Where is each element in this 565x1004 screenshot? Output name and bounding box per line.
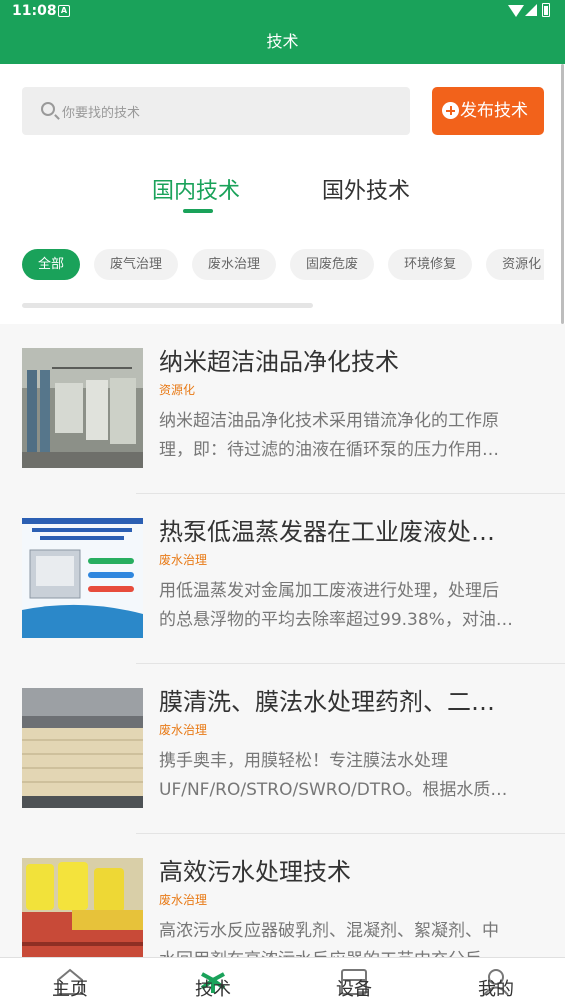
tech-title: 热泵低温蒸发器在工业废液处… xyxy=(159,518,495,546)
page-title: 技术 xyxy=(266,32,299,51)
chip-environment-repair[interactable]: 环境修复 xyxy=(388,249,473,280)
tech-description-line: 理，即：待过滤的油液在循环泵的压力作用… xyxy=(159,440,499,460)
chip-waste-water[interactable]: 废水治理 xyxy=(192,249,277,280)
tech-description: 用低温蒸发对金属加工废液进行处理，处理后 的总悬浮物的平均去除率超过99.38%… xyxy=(159,577,545,635)
status-time: 11:08 xyxy=(12,3,57,19)
category-chips: 全部 废气治理 废水治理 固废危废 环境修复 资源化 xyxy=(22,249,544,281)
tab-foreign[interactable]: 国外技术 xyxy=(322,173,410,205)
search-icon xyxy=(41,102,55,116)
nav-profile-label: 我的 xyxy=(478,979,514,1000)
notification-icon: A xyxy=(58,5,70,17)
battery-icon xyxy=(542,3,550,17)
search-input[interactable]: 你要找的技术 xyxy=(22,87,410,135)
tech-category-tag: 资源化 xyxy=(159,383,196,397)
search-placeholder: 你要找的技术 xyxy=(62,106,141,121)
plus-circle-icon xyxy=(442,102,459,119)
tech-thumbnail xyxy=(22,858,143,957)
tech-description-line: 的总悬浮物的平均去除率超过99.38%，对油… xyxy=(159,610,513,630)
tech-description-line: 用低温蒸发对金属加工废液进行处理，处理后 xyxy=(159,581,499,601)
tech-description-line: UF/NF/RO/STRO/SWRO/DTRO。根据水质… xyxy=(159,780,508,800)
nav-device-label: 设备 xyxy=(336,979,372,1000)
tech-category-tag: 废水治理 xyxy=(159,893,208,907)
signal-icon xyxy=(525,4,537,16)
tech-category-tag: 废水治理 xyxy=(159,553,208,567)
chip-solid-waste[interactable]: 固废危废 xyxy=(290,249,375,280)
tech-description-line: 纳米超洁油品净化技术采用错流净化的工作原 xyxy=(159,411,499,431)
publish-tech-label: 发布技术 xyxy=(460,101,528,121)
tab-indicator xyxy=(183,209,213,213)
bottom-navigation: 主页 技术 设备 我的 xyxy=(0,957,565,1004)
tech-description: 高浓污水反应器破乳剂、混凝剂、絮凝剂、中 水回用剂在高浓污水反应器的工艺中充分反… xyxy=(159,917,545,957)
tech-thumbnail xyxy=(22,518,143,638)
page-scrollbar[interactable] xyxy=(561,64,564,324)
list-item[interactable]: 膜清洗、膜法水处理药剂、二… 废水治理 携手奥丰，用膜轻松！专注膜法水处理 UF… xyxy=(0,664,565,834)
tech-description-line: 水回用剂在高浓污水反应器的工艺中充分反… xyxy=(159,946,545,957)
nav-home-label: 主页 xyxy=(52,979,88,1000)
chips-scroll-indicator xyxy=(22,303,313,308)
tech-description: 纳米超洁油品净化技术采用错流净化的工作原 理，即：待过滤的油液在循环泵的压力作用… xyxy=(159,407,545,465)
tech-category-tag: 废水治理 xyxy=(159,723,208,737)
nav-device[interactable]: 设备 xyxy=(304,958,404,1004)
chip-resource[interactable]: 资源化 xyxy=(486,249,544,280)
nav-tech[interactable]: 技术 xyxy=(163,958,263,1004)
tech-thumbnail xyxy=(22,348,143,468)
list-item[interactable]: 纳米超洁油品净化技术 资源化 纳米超洁油品净化技术采用错流净化的工作原 理，即：… xyxy=(0,324,565,494)
tech-title: 高效污水处理技术 xyxy=(159,858,351,886)
status-bar: 11:08 A xyxy=(0,0,565,24)
tech-thumbnail xyxy=(22,688,143,808)
tab-domestic[interactable]: 国内技术 xyxy=(152,173,240,205)
wifi-icon xyxy=(508,5,524,17)
tech-description: 携手奥丰，用膜轻松！专注膜法水处理 UF/NF/RO/STRO/SWRO/DTR… xyxy=(159,747,545,805)
nav-home[interactable]: 主页 xyxy=(20,958,120,1004)
app-bar: 技术 xyxy=(0,24,565,64)
chip-waste-gas[interactable]: 废气治理 xyxy=(94,249,179,280)
chip-all[interactable]: 全部 xyxy=(22,249,81,280)
publish-tech-button[interactable]: 发布技术 xyxy=(432,87,544,135)
tech-title: 纳米超洁油品净化技术 xyxy=(159,348,399,376)
tech-description-line: 高浓污水反应器破乳剂、混凝剂、絮凝剂、中 xyxy=(159,921,499,941)
tech-title: 膜清洗、膜法水处理药剂、二… xyxy=(159,688,495,716)
tech-list: 纳米超洁油品净化技术 资源化 纳米超洁油品净化技术采用错流净化的工作原 理，即：… xyxy=(0,324,565,957)
nav-tech-label: 技术 xyxy=(195,979,231,1000)
list-item[interactable]: 高效污水处理技术 废水治理 高浓污水反应器破乳剂、混凝剂、絮凝剂、中 水回用剂在… xyxy=(0,834,565,957)
tech-description-line: 携手奥丰，用膜轻松！专注膜法水处理 xyxy=(159,751,448,771)
nav-profile[interactable]: 我的 xyxy=(446,958,546,1004)
list-item[interactable]: 热泵低温蒸发器在工业废液处… 废水治理 用低温蒸发对金属加工废液进行处理，处理后… xyxy=(0,494,565,664)
